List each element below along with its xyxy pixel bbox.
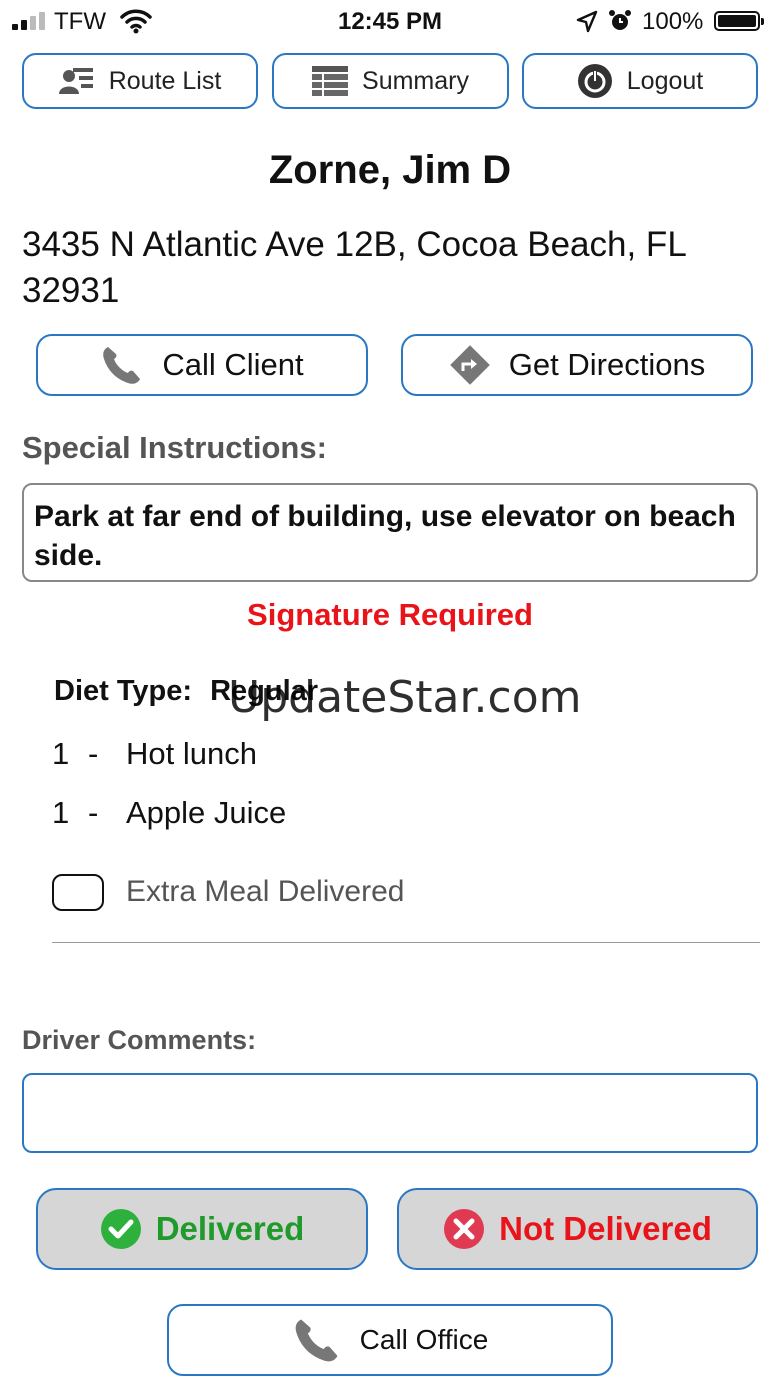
summary-button[interactable]: Summary (272, 53, 509, 109)
item-separator: - (88, 736, 99, 771)
logout-button[interactable]: Logout (522, 53, 758, 109)
summary-label: Summary (362, 66, 469, 95)
battery-icon (714, 11, 764, 31)
delivered-button[interactable]: Delivered (36, 1188, 368, 1270)
get-directions-button[interactable]: Get Directions (401, 334, 753, 396)
phone-icon (295, 1319, 338, 1362)
route-list-button[interactable]: Route List (22, 53, 258, 109)
extra-meal-label: Extra Meal Delivered (126, 875, 405, 908)
x-circle-icon (444, 1209, 485, 1249)
special-instructions-label: Special Instructions: (22, 430, 327, 465)
special-instructions-text: Park at far end of building, use elevato… (22, 483, 758, 582)
driver-comments-label: Driver Comments: (22, 1025, 257, 1055)
call-client-button[interactable]: Call Client (36, 334, 368, 396)
item-quantity: 1 (52, 795, 70, 830)
battery-percent: 100% (642, 8, 704, 35)
client-name: Zorne, Jim D (268, 148, 512, 192)
logout-label: Logout (626, 66, 704, 95)
table-grid-icon (312, 66, 349, 96)
not-delivered-button[interactable]: Not Delivered (397, 1188, 758, 1270)
item-separator: - (88, 795, 99, 830)
route-list-label: Route List (108, 66, 222, 95)
phone-icon (103, 347, 141, 384)
directions-icon (449, 345, 490, 385)
get-directions-label: Get Directions (508, 347, 706, 382)
contact-list-icon (58, 68, 93, 94)
watermark: UpdateStar.com (228, 672, 582, 723)
extra-meal-checkbox[interactable] (52, 874, 104, 911)
item-quantity: 1 (52, 736, 70, 771)
not-delivered-label: Not Delivered (499, 1210, 712, 1247)
status-bar: TFW 12:45 PM 100% (0, 0, 780, 44)
list-item: 1- Hot lunch (52, 736, 257, 772)
signature-required-notice: Signature Required (247, 597, 533, 632)
client-address: 3435 N Atlantic Ave 12B, Cocoa Beach, FL… (22, 225, 686, 310)
item-name: Apple Juice (126, 795, 287, 830)
divider (52, 942, 760, 943)
check-circle-icon (100, 1209, 141, 1249)
call-client-label: Call Client (162, 347, 304, 382)
list-item: 1- Apple Juice (52, 795, 286, 831)
delivered-label: Delivered (155, 1210, 305, 1247)
location-arrow-icon (576, 10, 598, 33)
call-office-label: Call Office (359, 1324, 489, 1355)
power-icon (577, 64, 612, 98)
item-name: Hot lunch (126, 736, 257, 771)
diet-type-label: Diet Type: (54, 675, 193, 707)
driver-comments-input[interactable] (22, 1073, 758, 1153)
alarm-icon (609, 10, 631, 30)
call-office-button[interactable]: Call Office (167, 1304, 613, 1376)
